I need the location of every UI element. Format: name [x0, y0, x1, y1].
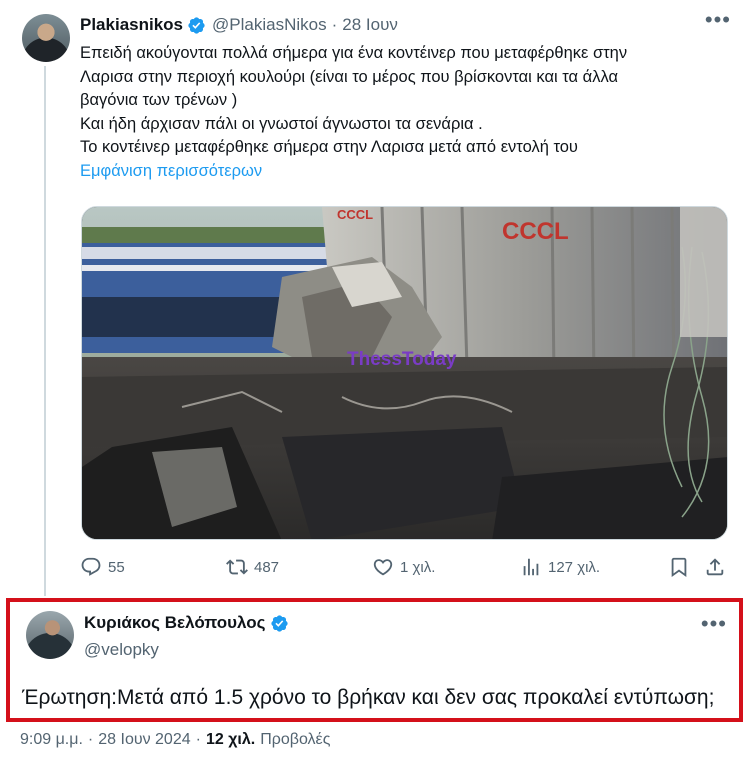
reply-tweet-highlight[interactable]: Κυριάκος Βελόπουλος @velopky ••• Έρωτηση… [6, 598, 743, 722]
repost-icon [226, 559, 248, 575]
like-button[interactable]: 1 χιλ. [372, 556, 435, 578]
reply-text: Έρωτηση:Μετά από 1.5 χρόνο το βρήκαν και… [22, 686, 715, 709]
more-icon[interactable]: ••• [701, 613, 727, 635]
meta-date[interactable]: 28 Ιουν 2024 [98, 731, 190, 749]
reply-author-handle[interactable]: @velopky [84, 640, 159, 660]
bookmark-icon [671, 557, 687, 578]
verified-badge-icon [270, 614, 288, 632]
meta-views-count: 12 χιλ. [205, 731, 256, 748]
tweet-date[interactable]: 28 Ιουν [342, 15, 398, 35]
views-count: 127 χιλ. [548, 558, 601, 576]
tweet-media-image[interactable]: CCCL CCCL ThessToday [81, 206, 728, 540]
share-button[interactable] [704, 556, 732, 578]
reply-author-avatar[interactable] [26, 611, 74, 659]
tweet-actions: 55 487 1 χιλ. 127 χιλ. [80, 556, 730, 582]
original-tweet[interactable]: Plakiasnikos @PlakiasNikos · 28 Ιουν •••… [0, 0, 753, 596]
tweet-header: Plakiasnikos @PlakiasNikos · 28 Ιουν [80, 14, 398, 36]
meta-time[interactable]: 9:09 μ.μ. [20, 731, 83, 749]
meta-views-label: Προβολές [260, 731, 331, 748]
reply-author-name[interactable]: Κυριάκος Βελόπουλος [84, 613, 266, 633]
tweet-line: Και ήδη άρχισαν πάλι οι γνωστοί άγνωστοι… [80, 114, 483, 133]
container-logo-1: CCCL [337, 207, 373, 222]
tweet-line: Το κοντέινερ μεταφέρθηκε σήμερα στην Λαρ… [80, 138, 578, 156]
separator: · [331, 15, 338, 34]
separator: · [195, 731, 201, 748]
heart-icon [373, 559, 393, 576]
views-chart-icon [523, 558, 539, 576]
reply-count: 55 [108, 558, 125, 576]
show-more-link[interactable]: Εμφάνιση περισσότερων [80, 160, 262, 184]
author-avatar[interactable] [22, 14, 70, 62]
thread-line [44, 66, 46, 596]
container-logo-2: CCCL [502, 218, 569, 245]
tweet-line: Λαρισα στην περιοχή κουλούρι (είναι το μ… [80, 67, 619, 86]
tweet-line: βαγόνια των τρένων ) [80, 91, 238, 109]
separator: · [87, 731, 94, 748]
bookmark-button[interactable] [668, 556, 696, 578]
repost-button[interactable]: 487 [226, 556, 279, 578]
reply-icon [81, 557, 101, 576]
author-name[interactable]: Plakiasnikos [80, 15, 183, 35]
wreckage-photo: CCCL CCCL ThessToday [82, 207, 727, 539]
repost-count: 487 [254, 558, 280, 576]
tweet-meta: 9:09 μ.μ. · 28 Ιουν 2024 · 12 χιλ. Προβο… [20, 731, 330, 749]
media-watermark: ThessToday [347, 349, 457, 370]
tweet-text: Επειδή ακούγονται πολλά σήμερα για ένα κ… [80, 42, 730, 183]
like-count: 1 χιλ. [400, 558, 436, 576]
views-button[interactable]: 127 χιλ. [520, 556, 600, 578]
more-icon[interactable]: ••• [705, 9, 731, 31]
author-handle[interactable]: @PlakiasNikos [212, 15, 327, 35]
tweet-line: Επειδή ακούγονται πολλά σήμερα για ένα κ… [80, 44, 628, 62]
verified-badge-icon [188, 16, 205, 34]
share-icon [706, 558, 724, 576]
reply-button[interactable]: 55 [80, 556, 125, 578]
reply-author-name-row: Κυριάκος Βελόπουλος [84, 613, 289, 633]
